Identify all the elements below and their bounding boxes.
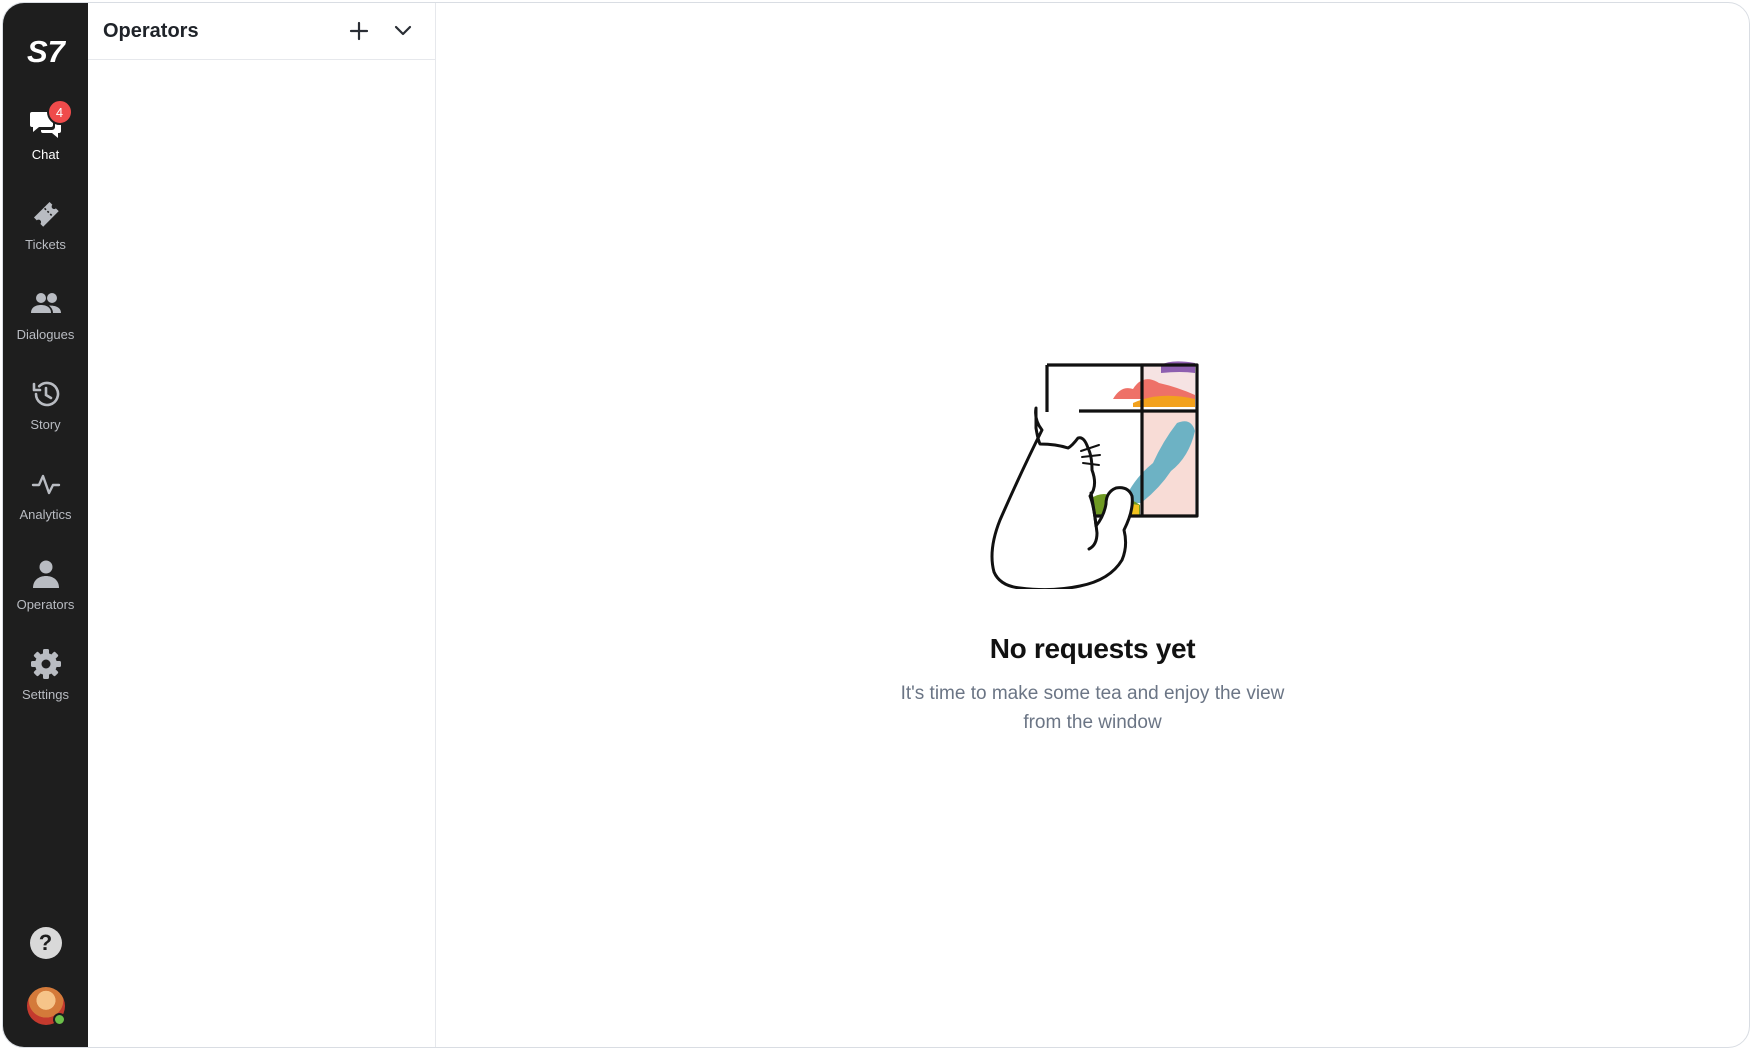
ticket-icon (29, 197, 63, 231)
history-clock-icon (29, 377, 63, 411)
cat-window-illustration (990, 361, 1199, 589)
main-content: No requests yet It's time to make some t… (436, 3, 1749, 1047)
panel-header: Operators (88, 3, 435, 60)
panel-title: Operators (103, 19, 199, 42)
people-icon (29, 287, 63, 321)
nav-item-tickets[interactable]: Tickets (3, 191, 88, 281)
s7-logo-mark: S7 (27, 34, 66, 68)
chevron-down-icon (394, 25, 412, 36)
sidebar-rail: S7 4 Chat Tickets Dialogues Story Analyt… (3, 3, 88, 1047)
nav-label-dialogues: Dialogues (16, 327, 75, 342)
help-icon[interactable]: ? (29, 927, 62, 959)
operators-panel: Operators (88, 3, 436, 1047)
add-button[interactable] (341, 13, 377, 49)
nav-item-story[interactable]: Story (3, 371, 88, 461)
rail-bottom: ? (3, 927, 88, 1026)
main-nav: 4 Chat Tickets Dialogues Story Analytics… (3, 99, 88, 731)
nav-item-settings[interactable]: Settings (3, 641, 88, 731)
user-avatar[interactable] (26, 987, 66, 1026)
svg-text:S7: S7 (27, 34, 66, 68)
nav-label-settings: Settings (22, 687, 69, 702)
pulse-chart-icon (29, 467, 63, 501)
nav-label-chat: Chat (31, 147, 60, 162)
empty-state-subtitle: It's time to make some tea and enjoy the… (900, 683, 1285, 733)
nav-item-analytics[interactable]: Analytics (3, 461, 88, 551)
s7-logo[interactable]: S7 (26, 33, 66, 69)
nav-item-operators[interactable]: Operators (3, 551, 88, 641)
nav-label-operators: Operators (16, 597, 75, 612)
nav-label-story: Story (30, 417, 61, 432)
nav-label-analytics: Analytics (19, 507, 72, 522)
chat-bubbles-icon: 4 (29, 99, 73, 141)
unread-badge: 4 (46, 99, 73, 125)
plus-icon (349, 21, 369, 41)
nav-item-chat[interactable]: 4 Chat (3, 99, 88, 191)
nav-item-dialogues[interactable]: Dialogues (3, 281, 88, 371)
operators-list (88, 60, 435, 1047)
person-icon (29, 557, 63, 591)
empty-state: No requests yet It's time to make some t… (436, 353, 1749, 737)
panel-dropdown-button[interactable] (385, 13, 421, 49)
app-window: S7 4 Chat Tickets Dialogues Story Analyt… (2, 2, 1750, 1048)
gear-icon (29, 647, 63, 681)
online-status-dot (52, 1013, 66, 1026)
nav-label-tickets: Tickets (25, 237, 66, 252)
empty-state-title: No requests yet (989, 633, 1196, 664)
